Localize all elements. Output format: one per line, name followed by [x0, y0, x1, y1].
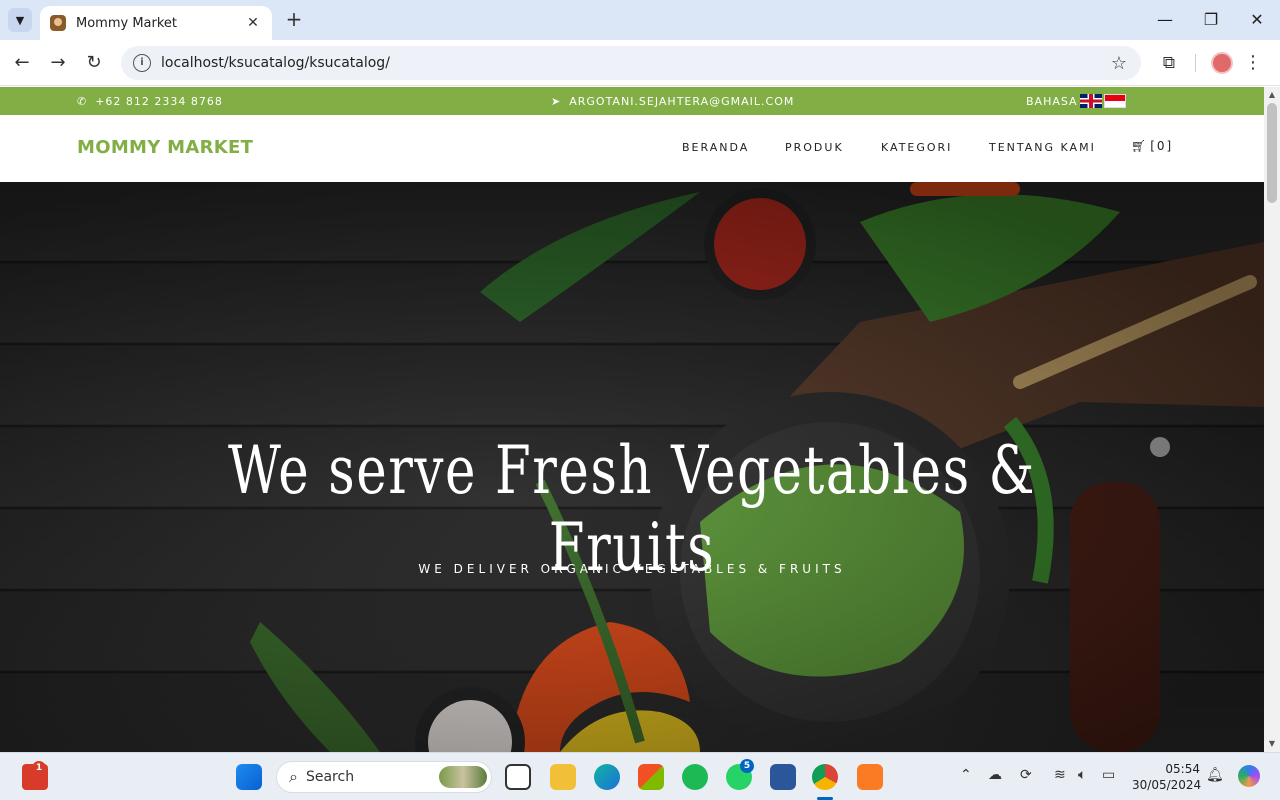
- contact-topbar: ✆ +62 812 2334 8768 ➤ ARGOTANI.SEJAHTERA…: [0, 87, 1264, 115]
- window-maximize-button[interactable]: ❐: [1188, 6, 1234, 34]
- volume-icon[interactable]: 🔈︎: [1078, 767, 1086, 783]
- tray-overflow-chevron-icon[interactable]: ⌃: [960, 767, 972, 783]
- windows-taskbar: 1 ⌕ Search 5 ⌃ ☁ ⟳ ≋ 🔈︎ ▭ 05:54 30/05/20…: [0, 752, 1280, 800]
- site-favicon-icon: [50, 15, 66, 31]
- address-url[interactable]: localhost/ksucatalog/ksucatalog/: [161, 55, 1111, 71]
- browser-toolbar: ← → ↻ i localhost/ksucatalog/ksucatalog/…: [0, 40, 1280, 86]
- nav-item-beranda[interactable]: BERANDA: [682, 141, 749, 154]
- cart-icon: 🛒︎: [1131, 139, 1149, 153]
- browser-tab[interactable]: Mommy Market ✕: [40, 6, 272, 40]
- toolbar-divider: [1195, 54, 1196, 72]
- hero-banner: We serve Fresh Vegetables & Fruits WE DE…: [0, 182, 1264, 752]
- email-text: ARGOTANI.SEJAHTERA@GMAIL.COM: [569, 94, 795, 108]
- phone-icon: ✆: [77, 94, 88, 108]
- profile-avatar[interactable]: [1211, 52, 1233, 74]
- taskbar-search-text: Search: [305, 769, 355, 785]
- search-icon: ⌕: [289, 767, 298, 786]
- topbar-email: ➤ ARGOTANI.SEJAHTERA@GMAIL.COM: [551, 87, 794, 115]
- topbar-language: BAHASA: [1026, 87, 1126, 115]
- taskbar-search-box[interactable]: ⌕ Search: [276, 761, 492, 793]
- file-explorer-icon[interactable]: [550, 764, 576, 790]
- nav-cart[interactable]: 🛒︎ [0]: [1131, 139, 1173, 153]
- cart-count: [0]: [1150, 139, 1174, 153]
- taskbar-clock[interactable]: 05:54 30/05/2024: [1132, 761, 1202, 793]
- microsoft-store-icon[interactable]: [638, 764, 664, 790]
- hero-subtitle: WE DELIVER ORGANIC VEGETABLES & FRUITS: [418, 562, 846, 576]
- page-viewport: ✆ +62 812 2334 8768 ➤ ARGOTANI.SEJAHTERA…: [0, 87, 1264, 752]
- window-minimize-button[interactable]: —: [1142, 6, 1188, 34]
- chrome-icon[interactable]: [812, 764, 838, 790]
- new-tab-button[interactable]: +: [282, 8, 306, 32]
- site-navbar: MOMMY MARKET BERANDA PRODUK KATEGORI TEN…: [0, 115, 1264, 182]
- paper-plane-icon: ➤: [551, 94, 562, 108]
- tab-close-icon[interactable]: ✕: [244, 15, 262, 31]
- whatsapp-badge: 5: [740, 759, 754, 773]
- browser-tab-bar: ▼ Mommy Market ✕ + — ❐ ✕: [0, 0, 1280, 40]
- uk-flag-icon[interactable]: [1079, 94, 1102, 108]
- edge-browser-icon[interactable]: [594, 764, 620, 790]
- nav-item-tentang-kami[interactable]: TENTANG KAMI: [989, 141, 1096, 154]
- notification-bell-icon[interactable]: 🔔︎: [1206, 767, 1224, 783]
- back-arrow-icon[interactable]: ←: [8, 49, 36, 77]
- notification-badge: 1: [32, 761, 46, 775]
- clock-time: 05:54: [1165, 762, 1200, 776]
- battery-icon[interactable]: ▭: [1102, 767, 1115, 783]
- clock-date: 30/05/2024: [1132, 778, 1202, 792]
- forward-arrow-icon[interactable]: →: [44, 49, 72, 77]
- address-bar[interactable]: i localhost/ksucatalog/ksucatalog/ ☆: [121, 46, 1141, 80]
- task-view-icon[interactable]: [505, 764, 531, 790]
- xampp-icon[interactable]: [857, 764, 883, 790]
- spotify-icon[interactable]: [682, 764, 708, 790]
- page-scrollbar[interactable]: ▲ ▼: [1264, 87, 1280, 752]
- bookmark-star-icon[interactable]: ☆: [1111, 53, 1127, 74]
- search-highlight-art: [439, 766, 487, 788]
- phone-text: +62 812 2334 8768: [95, 94, 223, 108]
- brand-logo[interactable]: MOMMY MARKET: [77, 137, 253, 158]
- browser-menu-dots-icon[interactable]: ⋮: [1244, 52, 1262, 74]
- windows-start-icon[interactable]: [236, 764, 262, 790]
- copilot-icon[interactable]: [1238, 765, 1260, 787]
- tab-title: Mommy Market: [76, 15, 178, 31]
- onedrive-cloud-icon[interactable]: ☁: [988, 767, 1002, 783]
- scroll-up-arrow-icon[interactable]: ▲: [1264, 88, 1280, 102]
- window-close-button[interactable]: ✕: [1234, 6, 1280, 34]
- reload-icon[interactable]: ↻: [80, 49, 108, 77]
- scroll-thumb[interactable]: [1267, 103, 1277, 203]
- indonesia-flag-icon[interactable]: [1103, 94, 1126, 108]
- nav-item-produk[interactable]: PRODUK: [785, 141, 844, 154]
- wifi-icon[interactable]: ≋: [1054, 767, 1066, 783]
- sync-icon[interactable]: ⟳: [1020, 767, 1032, 783]
- language-label: BAHASA: [1026, 94, 1078, 108]
- scroll-down-arrow-icon[interactable]: ▼: [1264, 737, 1280, 751]
- word-icon[interactable]: [770, 764, 796, 790]
- topbar-phone: ✆ +62 812 2334 8768: [77, 87, 223, 115]
- site-info-icon[interactable]: i: [133, 54, 151, 72]
- tab-search-chevron-icon[interactable]: ▼: [8, 8, 32, 32]
- nav-item-kategori[interactable]: KATEGORI: [881, 141, 952, 154]
- extensions-puzzle-icon[interactable]: ⧉: [1158, 52, 1180, 74]
